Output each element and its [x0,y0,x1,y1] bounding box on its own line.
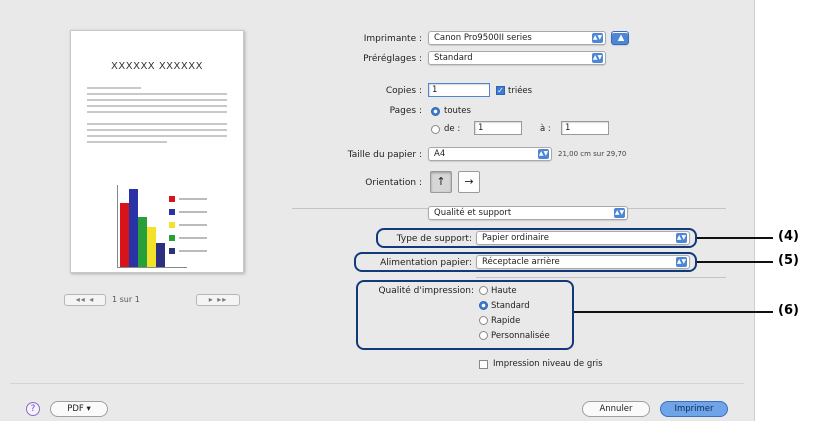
presets-value: Standard [434,53,473,63]
preview-chart-bar [147,227,156,267]
page-preview: XXXXXX XXXXXX [70,30,244,273]
collated-checkbox[interactable]: ✓ [496,86,505,95]
printer-value: Canon Pro9500II series [434,33,532,43]
preview-chart-axis [117,267,187,268]
preview-chart-bar [156,243,165,267]
quality-fast-label: Rapide [491,316,521,326]
separator [476,277,726,278]
preview-title: XXXXXX XXXXXX [111,61,203,72]
callout-5: (5) [778,253,799,268]
popup-arrows-icon: ▲▼ [614,208,625,218]
popup-arrows-icon: ▲▼ [676,233,687,243]
preview-text-line [87,123,227,125]
panel-select[interactable]: Qualité et support ▲▼ [428,206,628,220]
callout-4: (4) [778,229,799,244]
printer-select[interactable]: Canon Pro9500II series ▲▼ [428,31,606,45]
preview-chart-axis [117,185,118,267]
preview-chart-bar [129,189,138,267]
paper-dimensions: 21,00 cm sur 29,70 [558,150,627,158]
preview-text-line [87,111,227,113]
grayscale-checkbox[interactable] [479,360,488,369]
preview-chart-bar [120,203,129,267]
cancel-button[interactable]: Annuler [582,401,650,417]
pages-label: Pages : [389,106,422,116]
pdf-button[interactable]: PDF ▾ [50,401,108,417]
grayscale-label: Impression niveau de gris [493,359,603,369]
preview-legend-swatch [169,196,175,202]
printer-label: Imprimante : [363,34,422,44]
preview-legend-line [179,211,207,213]
preview-page-indicator: 1 sur 1 [112,295,140,304]
quality-standard-radio[interactable] [479,301,488,310]
callout-line-4 [697,237,773,239]
preview-first-prev-button[interactable]: ◂◂ ◂ [64,294,106,306]
help-button[interactable]: ? [26,402,40,416]
print-quality-label: Qualité d'impression: [378,286,474,296]
pages-to-label: à : [540,124,551,134]
print-button[interactable]: Imprimer [660,401,728,417]
orientation-portrait-button[interactable]: ↑ [430,171,452,193]
preview-text-line [87,87,141,89]
preview-text-line [87,129,227,131]
media-type-value: Papier ordinaire [482,233,549,243]
landscape-icon: → [464,175,474,188]
preview-text-line [87,141,167,143]
separator [10,383,744,384]
disclosure-triangle-icon: ▲ [617,33,625,43]
orientation-landscape-button[interactable]: → [458,171,480,193]
quality-high-label: Haute [491,286,517,296]
preview-legend-swatch [169,222,175,228]
preview-text-line [87,135,227,137]
preview-legend-line [179,224,207,226]
copies-label: Copies : [385,86,422,96]
preview-legend-line [179,198,207,200]
paper-source-select[interactable]: Réceptacle arrière ▲▼ [476,255,690,269]
callout-line-6 [574,311,773,313]
pages-range-radio[interactable] [431,125,440,134]
preview-legend-swatch [169,235,175,241]
quality-custom-label: Personnalisée [491,331,550,341]
quality-custom-radio[interactable] [479,331,488,340]
popup-arrows-icon: ▲▼ [538,149,549,159]
preview-text-line [87,105,227,107]
portrait-icon: ↑ [436,175,446,188]
callout-line-5 [697,261,773,263]
popup-arrows-icon: ▲▼ [676,257,687,267]
popup-arrows-icon: ▲▼ [592,53,603,63]
preview-next-last-button[interactable]: ▸ ▸▸ [196,294,240,306]
quality-standard-label: Standard [491,301,530,311]
callout-6: (6) [778,303,799,318]
preview-text-line [87,93,227,95]
printer-disclosure-button[interactable]: ▲ [611,31,629,45]
paper-size-value: A4 [434,149,446,159]
pages-from-field[interactable]: 1 [474,121,522,135]
pages-all-label: toutes [444,106,471,116]
popup-arrows-icon: ▲▼ [592,33,603,43]
media-type-select[interactable]: Papier ordinaire ▲▼ [476,231,690,245]
pages-all-radio[interactable] [431,107,440,116]
copies-field[interactable]: 1 [428,83,490,97]
collated-label: triées [508,86,533,96]
pages-to-field[interactable]: 1 [561,121,609,135]
panel-select-value: Qualité et support [434,208,512,218]
paper-source-value: Réceptacle arrière [482,257,560,267]
preview-legend-swatch [169,248,175,254]
presets-label: Préréglages : [363,54,422,64]
print-dialog: XXXXXX XXXXXX ◂◂ ◂ 1 sur 1 ▸ ▸▸ Impriman… [0,0,755,421]
media-type-label: Type de support: [396,234,472,244]
presets-select[interactable]: Standard ▲▼ [428,51,606,65]
orientation-label: Orientation : [365,178,422,188]
preview-chart-bar [138,217,147,267]
quality-high-radio[interactable] [479,286,488,295]
paper-size-select[interactable]: A4 ▲▼ [428,147,552,161]
preview-legend-swatch [169,209,175,215]
preview-legend-line [179,250,207,252]
preview-text-line [87,99,227,101]
paper-size-label: Taille du papier : [347,150,422,160]
paper-source-label: Alimentation papier: [380,258,472,268]
pages-from-label: de : [444,124,461,134]
preview-legend-line [179,237,207,239]
quality-fast-radio[interactable] [479,316,488,325]
